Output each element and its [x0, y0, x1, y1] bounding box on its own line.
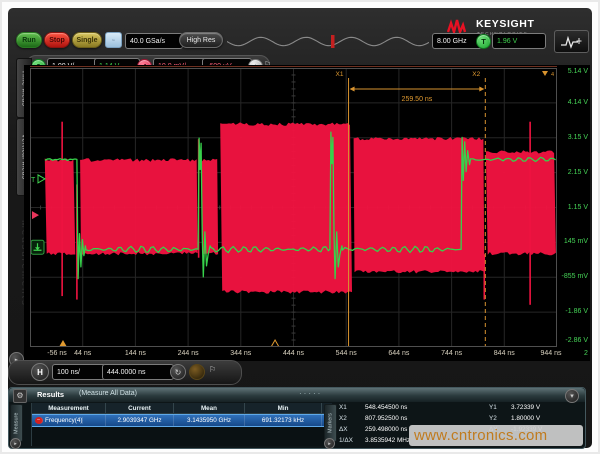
horizontal-position-strip[interactable] — [227, 35, 429, 48]
display-settings-button[interactable] — [105, 32, 122, 48]
hbar-pin-icon[interactable]: ⚐ — [209, 365, 216, 374]
col-min: Min — [245, 403, 322, 413]
x-axis-label: 144 ns — [113, 350, 157, 357]
waveform-icon — [112, 35, 115, 45]
single-button[interactable]: Single — [72, 32, 102, 48]
waveform-display[interactable]: X1X2259.50 nsT4 — [30, 68, 557, 347]
x-axis-label: 344 ns — [219, 350, 263, 357]
timebase-position-field[interactable]: 444.0000 ns — [102, 364, 174, 380]
marker-1dx-row: 1/ΔX3.8535942 MHz — [339, 437, 410, 447]
marker-x1-row: X1548.454500 ns — [339, 404, 407, 414]
x-axis-label: 944 ns — [529, 350, 573, 357]
position-marker — [331, 35, 335, 48]
x-axis-label: 644 ns — [377, 350, 421, 357]
marker-y2-row: Y21.80000 V — [489, 415, 540, 425]
marker-dx-row: ΔX259.498000 ns — [339, 426, 407, 436]
y-axis-label: 2.15 V — [548, 169, 588, 176]
trigger-level-marker: T — [31, 177, 36, 184]
results-title: Results — [37, 390, 64, 399]
y-axis-label: 5.14 V — [548, 68, 588, 75]
watermark-text: www.cntronics.com — [414, 427, 547, 444]
y-axis-label: 1.15 V — [548, 204, 588, 211]
sample-rate-field[interactable]: 40.0 GSa/s — [125, 33, 183, 49]
zoom-mode-button[interactable]: ↻ — [170, 364, 186, 380]
x-axis-label: 844 ns — [482, 350, 526, 357]
x-axis-label: 744 ns — [430, 350, 474, 357]
collapse-results-button[interactable]: ▾ — [565, 389, 579, 403]
gear-icon[interactable]: ⚙ — [13, 389, 27, 403]
cursor-delta-label: 259.50 ns — [402, 96, 433, 103]
search-button[interactable] — [189, 364, 205, 380]
marker-x2-row: X2807.952500 ns — [339, 415, 407, 425]
run-button[interactable]: Run — [16, 32, 42, 48]
results-subtitle: (Measure All Data) — [79, 390, 137, 397]
table-row[interactable]: –Frequency(4) 2.9039347 GHz 3.1435950 GH… — [32, 414, 332, 427]
red-spike — [61, 122, 63, 296]
tab-measure-vertical[interactable]: Measure — [10, 404, 23, 442]
markers-expand-button[interactable]: ▸ — [324, 438, 335, 449]
x-axis-label: 544 ns — [324, 350, 368, 357]
alert-icon: – — [35, 417, 43, 424]
trigger-source-indicator[interactable]: T — [476, 34, 491, 49]
x-axis-label: 444 ns — [272, 350, 316, 357]
oscilloscope-app: KEYSIGHT TECHNOLOGIES Run Stop Single 40… — [8, 8, 592, 448]
waveform-tool-button[interactable] — [554, 30, 589, 53]
red-envelope-segment — [45, 158, 76, 255]
horizontal-button[interactable]: H — [31, 363, 49, 381]
bandwidth-field[interactable]: 8.00 GHz — [432, 33, 482, 49]
col-current: Current — [106, 403, 174, 413]
y-axis-label: 3.15 V — [548, 134, 588, 141]
trigger-level-field[interactable]: 1.96 V — [492, 33, 546, 49]
measurements-table: Measurement Current Mean Min –Frequency(… — [31, 403, 332, 446]
y-axis-label: -855 mV — [548, 273, 588, 280]
y-axis-label: 4.14 V — [548, 99, 588, 106]
red-envelope-segment — [80, 158, 198, 255]
timebase-scale-field[interactable]: 100 ns/ — [52, 364, 106, 380]
y-axis-label: -2.86 V — [548, 337, 588, 344]
red-envelope-segment — [486, 150, 556, 255]
table-header-row[interactable]: Measurement Current Mean Min — [32, 403, 332, 414]
cursor-x1-label: X1 — [336, 71, 344, 78]
screenshot-page: KEYSIGHT TECHNOLOGIES Run Stop Single 40… — [0, 0, 600, 454]
drag-handle[interactable]: ····· — [299, 389, 322, 398]
col-mean: Mean — [174, 403, 245, 413]
x-axis-label: 44 ns — [61, 350, 105, 357]
x-axis-label: 244 ns — [166, 350, 210, 357]
col-measurement: Measurement — [32, 403, 106, 413]
results-header: ⚙ Results (Measure All Data) ····· ▾ — [9, 388, 585, 402]
y-axis-label: 145 mV — [548, 238, 588, 245]
marker-y1-row: Y13.72339 V — [489, 404, 540, 414]
stop-button[interactable]: Stop — [44, 32, 70, 48]
acquisition-mode-button[interactable]: High Res — [179, 32, 223, 48]
pulse-icon — [560, 35, 584, 49]
tab-markers-vertical[interactable]: Markers — [324, 404, 337, 442]
brand-name: KEYSIGHT — [476, 18, 534, 30]
cursor-x2-label: X2 — [472, 71, 480, 78]
red-spike — [529, 122, 531, 305]
channel-2-axis-indicator: 2 — [584, 350, 588, 357]
plot-top-border — [30, 66, 557, 67]
y-axis-label: -1.86 V — [548, 308, 588, 315]
measure-expand-button[interactable]: ▸ — [10, 438, 21, 449]
